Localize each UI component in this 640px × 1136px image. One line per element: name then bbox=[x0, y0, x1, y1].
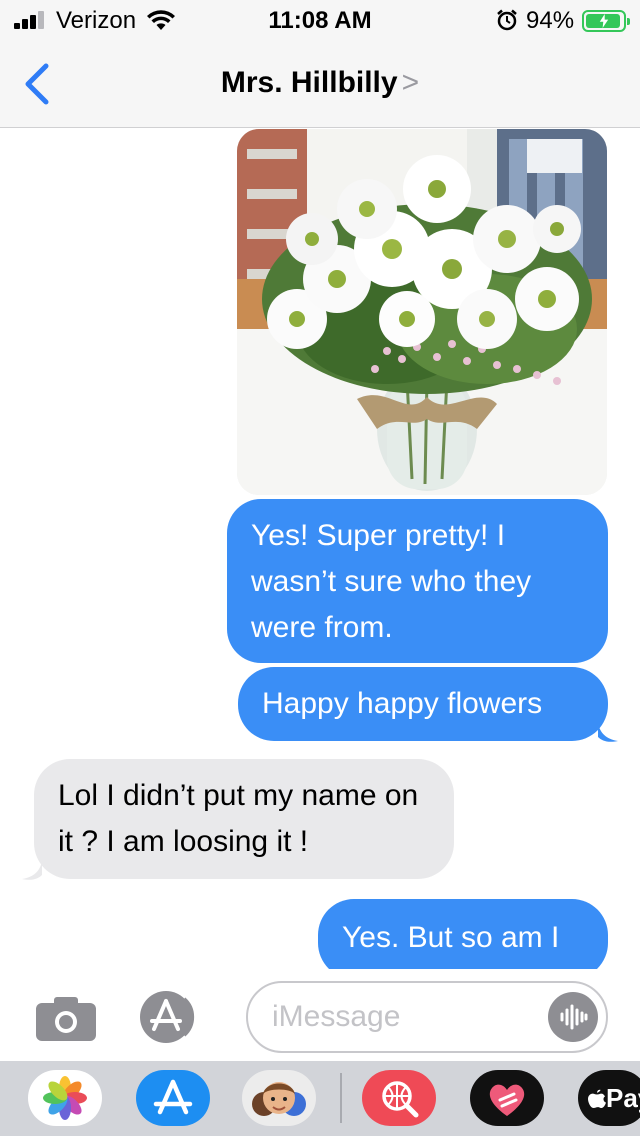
camera-icon[interactable] bbox=[34, 995, 98, 1043]
flowers-photo-message[interactable] bbox=[237, 129, 607, 495]
app-store-app-icon[interactable] bbox=[136, 1070, 210, 1126]
digital-touch-app-icon[interactable] bbox=[470, 1070, 544, 1126]
pay-text: Pay bbox=[606, 1083, 640, 1113]
photos-app-icon[interactable] bbox=[28, 1070, 102, 1126]
message-text: Yes! Super pretty! I wasn’t sure who the… bbox=[251, 519, 532, 644]
app-drawer: Pay bbox=[0, 1061, 640, 1136]
contact-name-button[interactable]: Mrs. Hillbilly > bbox=[0, 66, 640, 100]
message-thread[interactable]: Yes! Super pretty! I wasn’t sure who the… bbox=[0, 129, 640, 969]
conversation-header: Mrs. Hillbilly > bbox=[0, 42, 640, 128]
chevron-right-icon: > bbox=[401, 66, 420, 99]
received-bubble-tail bbox=[22, 861, 42, 880]
sent-message-bubble[interactable]: Yes. But so am I bbox=[318, 899, 608, 969]
memoji-app-icon[interactable] bbox=[242, 1070, 316, 1126]
contact-name: Mrs. Hillbilly bbox=[220, 66, 398, 99]
status-bar: Verizon 11:08 AM 94% bbox=[0, 0, 640, 42]
imessage-input[interactable] bbox=[272, 983, 542, 1051]
apple-pay-app-icon[interactable]: Pay bbox=[578, 1070, 640, 1126]
message-input-bar bbox=[0, 969, 640, 1061]
alarm-icon bbox=[497, 9, 517, 31]
message-text: Yes. But so am I bbox=[342, 921, 560, 954]
battery-charging-icon bbox=[582, 10, 630, 32]
apple-logo-icon bbox=[588, 1089, 606, 1108]
message-text: Happy happy flowers bbox=[262, 687, 543, 720]
apple-pay-label: Pay bbox=[578, 1070, 640, 1126]
app-store-icon[interactable] bbox=[138, 989, 214, 1045]
flowers-photo bbox=[237, 129, 607, 495]
web-search-app-icon[interactable] bbox=[362, 1070, 436, 1126]
sent-message-bubble[interactable]: Yes! Super pretty! I wasn’t sure who the… bbox=[227, 499, 608, 663]
received-message-bubble[interactable]: Lol I didn’t put my name on it ? I am lo… bbox=[34, 759, 454, 879]
audio-waveform-icon[interactable] bbox=[548, 992, 598, 1042]
sent-message-bubble[interactable]: Happy happy flowers bbox=[238, 667, 608, 741]
sent-bubble-tail bbox=[598, 723, 618, 742]
imessage-field[interactable] bbox=[246, 981, 608, 1053]
drawer-divider bbox=[340, 1073, 342, 1123]
message-text: Lol I didn’t put my name on it ? I am lo… bbox=[58, 779, 419, 858]
battery-percentage: 94% bbox=[526, 7, 575, 34]
